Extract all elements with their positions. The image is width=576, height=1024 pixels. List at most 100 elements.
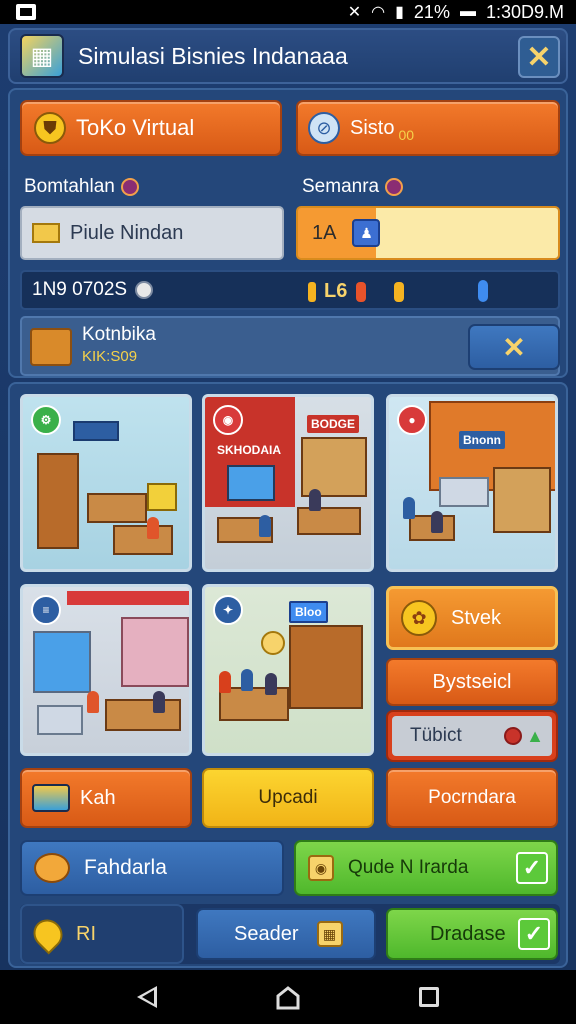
stat-bar-blue — [478, 280, 488, 302]
inventory-row: Kotnbika KIK:S09 ✕ — [20, 316, 560, 376]
info-icon — [120, 178, 139, 196]
page-title: Simulasi Bisnies Indanaaa — [78, 42, 348, 69]
shop-banner — [67, 591, 189, 605]
people-icon — [34, 853, 70, 883]
tab-toko-virtual[interactable]: ⛊ ToKo Virtual — [20, 100, 282, 156]
inventory-title: Kotnbika — [82, 324, 156, 345]
stat-bars — [308, 282, 316, 302]
stock-label: Stvek — [451, 606, 502, 629]
counter — [87, 493, 147, 523]
ri-button[interactable]: RI — [20, 904, 184, 964]
signal-icon: ▮ — [395, 4, 404, 21]
quantity-field[interactable]: 1A ♟ — [296, 206, 560, 260]
dradase-button[interactable]: Dradase ✓ — [386, 908, 558, 960]
person-icon: ♟ — [352, 219, 381, 247]
recent-apps-icon[interactable] — [419, 987, 439, 1007]
pin-icon: ✦ — [213, 595, 243, 625]
seader-button[interactable]: Seader ▦ — [196, 908, 376, 960]
coin-icon — [135, 281, 154, 299]
shelf — [121, 617, 189, 687]
back-icon[interactable] — [137, 986, 157, 1008]
worker — [87, 691, 99, 713]
dradase-label: Dradase — [430, 922, 506, 945]
coin-icon: ◉ — [308, 855, 334, 881]
shop-sign-1: SKHODAIA — [213, 441, 286, 459]
store-scene-3[interactable]: ● Bnonn — [386, 394, 558, 572]
game-screen: ▦ Simulasi Bisnies Indanaaa ✕ ⛊ ToKo Vir… — [0, 24, 576, 970]
speech-bubble — [261, 631, 285, 655]
store-name-field[interactable]: Piule Nindan — [20, 206, 284, 260]
worker — [431, 511, 443, 533]
level-value: L6 — [324, 280, 348, 302]
store-name-value: Piule Nindan — [70, 221, 184, 244]
shop-sign-2: BODGE — [307, 415, 360, 433]
kah-button[interactable]: Kah — [20, 768, 192, 828]
box-icon — [30, 328, 72, 366]
upgrade-label: Upcadi — [258, 787, 318, 808]
ticket-label: Tübict — [410, 725, 462, 746]
gear-icon: ✿ — [401, 600, 437, 636]
notification-icon — [16, 4, 36, 20]
store-scene-1[interactable]: ⚙ — [20, 394, 192, 572]
inventory-subtitle: KIK:S09 — [82, 348, 138, 365]
worker — [153, 691, 165, 713]
label-semanra-text: Semanra — [302, 176, 380, 197]
mute-icon: ✕ — [347, 4, 362, 21]
display-screen — [33, 631, 91, 693]
store-settings-panel: ⛊ ToKo Virtual ⊘ Sisto 00 Bomtahlan Sema… — [8, 88, 568, 378]
worker — [147, 517, 159, 539]
store-scene-2[interactable]: ◉ SKHODAIA BODGE — [202, 394, 374, 572]
close-button[interactable]: ✕ — [518, 36, 560, 78]
product-button[interactable]: Pocrndara — [386, 768, 558, 828]
bag-icon: ◉ — [213, 405, 243, 435]
counter — [439, 477, 489, 507]
wifi-icon: ◠ — [371, 4, 386, 21]
compass-icon: ⊘ — [308, 112, 340, 144]
shelf — [37, 453, 79, 549]
stat-bar-yellow — [394, 282, 404, 302]
check-icon: ✓ — [516, 852, 548, 884]
quantity-value: 1A — [312, 221, 337, 244]
display-screen — [227, 465, 275, 501]
check-icon: ✓ — [518, 918, 550, 950]
fahdarla-label: Fahdarla — [84, 856, 167, 879]
system-button[interactable]: Bystseicl — [386, 658, 558, 706]
tab-sisto[interactable]: ⊘ Sisto 00 — [296, 100, 560, 156]
shelf — [301, 437, 367, 497]
menu-icon: ≡ — [31, 595, 61, 625]
stat-bar-1 — [308, 282, 316, 302]
info-icon — [385, 178, 404, 196]
desk — [113, 525, 173, 555]
quest-label: Qude N Irarda — [348, 857, 469, 878]
battery-icon: ▬ — [459, 3, 476, 20]
map-pin-icon — [27, 913, 69, 955]
label-semanra: Semanra — [302, 176, 404, 198]
quest-button[interactable]: ◉ Qude N Irarda ✓ — [294, 840, 558, 896]
product-label: Pocrndara — [428, 787, 516, 808]
label-bomtahlan-text: Bomtahlan — [24, 176, 115, 197]
upgrade-button[interactable]: Upcadi — [202, 768, 374, 828]
ri-label: RI — [76, 922, 96, 945]
desk — [105, 699, 181, 731]
fahdarla-button[interactable]: Fahdarla — [20, 840, 284, 896]
customer — [219, 671, 231, 693]
stock-button[interactable]: ✿ Stvek — [386, 586, 558, 650]
home-icon[interactable] — [275, 986, 301, 1010]
desk — [297, 507, 361, 535]
envelope-icon — [32, 223, 60, 243]
store-sign — [73, 421, 119, 441]
battery-text: 21% — [413, 1, 450, 22]
shelf — [493, 467, 551, 533]
worker — [265, 673, 277, 695]
stat-bar-red — [356, 282, 366, 302]
inventory-close-button[interactable]: ✕ — [468, 324, 560, 370]
store-scene-5[interactable]: ✦ Bloo — [202, 584, 374, 756]
store-scene-4[interactable]: ≡ — [20, 584, 192, 756]
kah-label: Kah — [80, 786, 116, 809]
stats-bar: 1N9 0702S L6 — [20, 270, 560, 310]
status-bar: ✕ ◠ ▮ 21% ▬ 1:30D9.M — [0, 0, 576, 24]
navigation-bar — [0, 970, 576, 1024]
grid-icon: ▦ — [316, 921, 343, 947]
ticket-field[interactable]: Tübict ▲ — [386, 710, 558, 762]
customer — [403, 497, 415, 519]
